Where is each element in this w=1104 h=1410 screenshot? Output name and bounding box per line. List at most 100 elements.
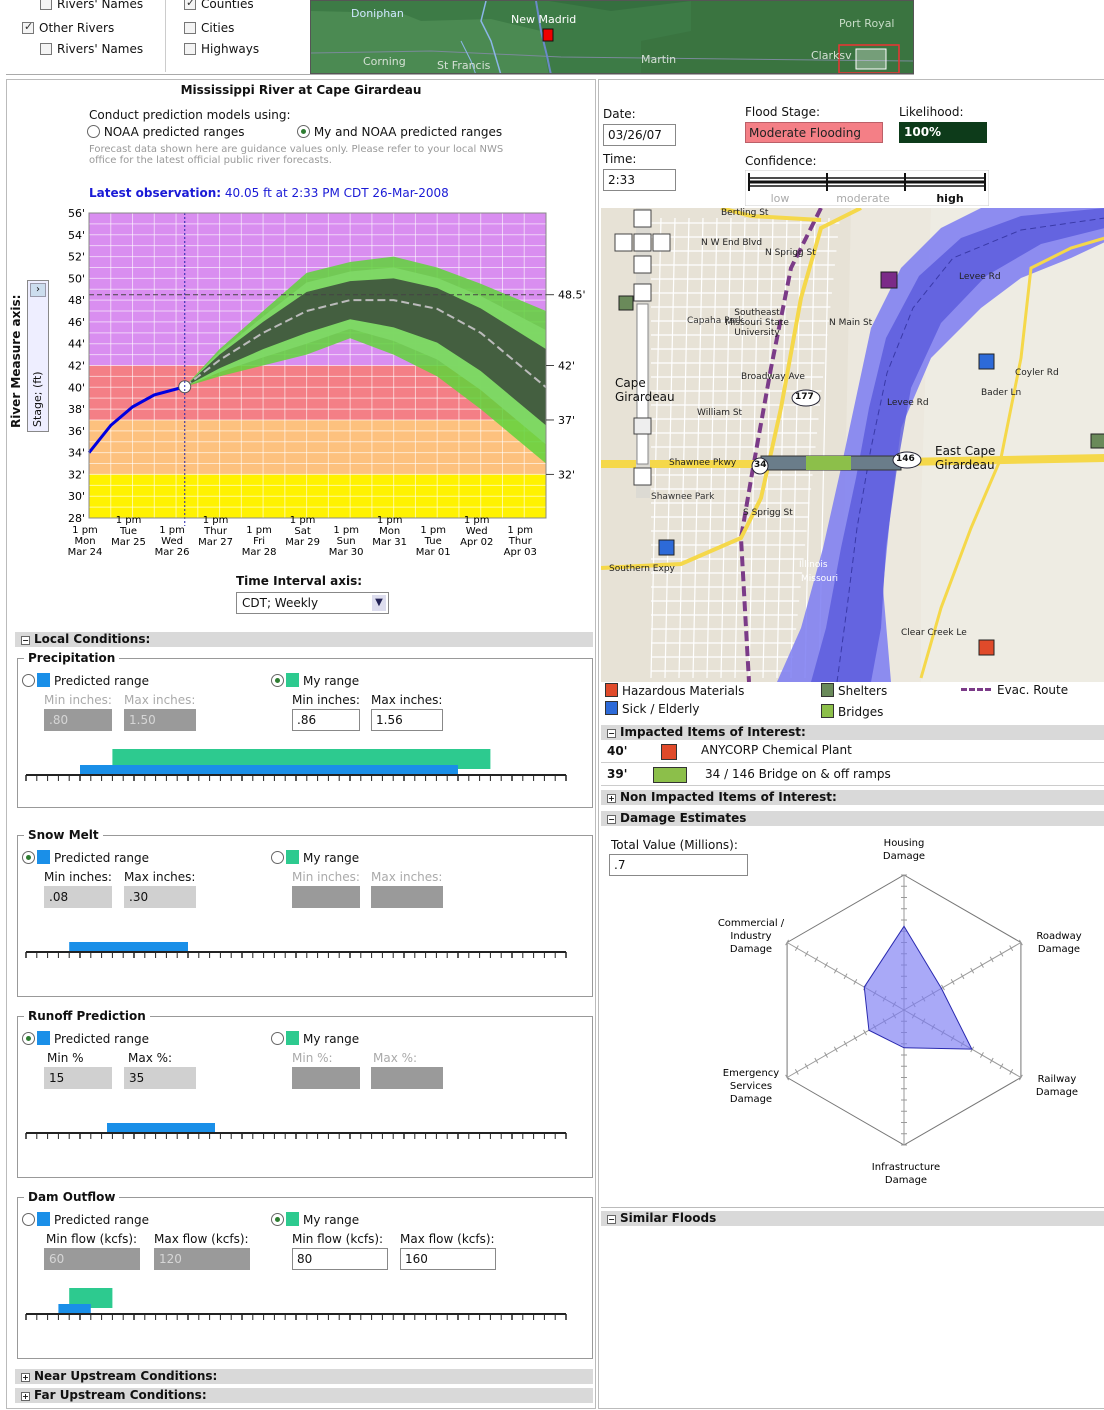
expand-icon[interactable]: +: [607, 794, 616, 803]
impacted-stage: 39': [607, 767, 628, 781]
my-min-input[interactable]: [292, 886, 360, 908]
pred-max-input[interactable]: .30: [124, 886, 196, 908]
chevron-down-icon[interactable]: ▼: [372, 595, 386, 611]
collapse-icon[interactable]: −: [607, 815, 616, 824]
radio-my[interactable]: [271, 674, 284, 687]
my-max-label: Max %:: [373, 1051, 418, 1065]
flood-map[interactable]: Bertling St Southeast Missouri State Uni…: [601, 208, 1104, 682]
x-tick-label: 1 pm: [507, 525, 533, 536]
radio-my[interactable]: [271, 1032, 284, 1045]
my-max-input[interactable]: [371, 1067, 443, 1089]
precip-my-option[interactable]: My range: [271, 673, 359, 688]
option-noaa[interactable]: NOAA predicted ranges: [87, 125, 245, 139]
radio-predicted[interactable]: [22, 851, 35, 864]
x-tick-label: Wed: [466, 526, 488, 537]
checkbox-label: Other Rivers: [39, 21, 115, 35]
radar-tick: [814, 956, 819, 963]
map-label: Levee Rd: [959, 272, 1001, 282]
x-tick-label: Mar 01: [416, 547, 451, 558]
my-max-input[interactable]: 1.56: [371, 709, 443, 731]
precip-predicted-option[interactable]: Predicted range: [22, 673, 149, 688]
collapse-icon[interactable]: −: [21, 636, 30, 645]
pred-min-input[interactable]: 60: [44, 1248, 140, 1270]
pred-min-label: Min flow (kcfs):: [46, 1232, 138, 1246]
map-label: William St: [697, 408, 743, 418]
radio-noaa[interactable]: [87, 125, 100, 138]
divider: [165, 0, 166, 72]
pred-max-input[interactable]: 1.50: [124, 709, 196, 731]
legend-sick: Sick / Elderly: [603, 701, 699, 716]
precip-range-slider[interactable]: .70.80.9011.101.201.301.401.501.601.70: [18, 741, 594, 781]
my-max-input[interactable]: 160: [400, 1248, 496, 1270]
radio-predicted[interactable]: [22, 1032, 35, 1045]
my-min-input[interactable]: 80: [292, 1248, 388, 1270]
pred-max-label: Max flow (kcfs):: [154, 1232, 249, 1246]
snow-predicted-option[interactable]: Predicted range: [22, 850, 149, 865]
checkbox-cities[interactable]: Cities: [184, 21, 234, 35]
radar-tick: [999, 950, 1004, 957]
section-similar-floods[interactable]: − Similar Floods: [601, 1211, 1104, 1226]
radar-tick: [814, 1057, 819, 1064]
checkbox-highways[interactable]: Highways: [184, 42, 259, 56]
checkbox-other-rivers[interactable]: Other Rivers: [22, 20, 115, 35]
section-far-upstream[interactable]: + Far Upstream Conditions:: [15, 1388, 593, 1403]
pred-max-input[interactable]: 35: [124, 1067, 196, 1089]
dam-my-option[interactable]: My range: [271, 1212, 359, 1227]
stage-chart[interactable]: 56' 54' 52' 50' 48' 46' 44' 42' 40' 38' 36' 34' 32' 3…: [7, 200, 597, 570]
section-damage[interactable]: − Damage Estimates: [601, 811, 1104, 826]
interval-select[interactable]: CDT; Weekly ▼: [236, 592, 389, 614]
option-my-and-noaa[interactable]: My and NOAA predicted ranges: [297, 125, 502, 139]
runoff-predicted-option[interactable]: Predicted range: [22, 1031, 149, 1046]
my-max-input[interactable]: [371, 886, 443, 908]
impacted-row[interactable]: 39' 34 / 146 Bridge on & off ramps: [601, 764, 1104, 786]
radio-my-and-noaa[interactable]: [297, 125, 310, 138]
section-local-conditions[interactable]: − Local Conditions:: [15, 632, 593, 647]
time-label: Time:: [603, 152, 637, 166]
x-tick-label: Apr 02: [460, 537, 493, 548]
flood-stage-value: Moderate Flooding: [745, 122, 883, 143]
collapse-icon[interactable]: −: [607, 1215, 616, 1224]
predicted-swatch: [37, 1031, 50, 1045]
checkbox-label: Rivers' Names: [57, 0, 144, 11]
dam-range-slider[interactable]: 01002003004005006007008009001000: [18, 1280, 594, 1320]
pred-min-input[interactable]: .08: [44, 886, 112, 908]
runoff-range-slider[interactable]: 010%20%30%40%50%60%70%80%90%100%: [18, 1099, 594, 1139]
pred-min-input[interactable]: 15: [44, 1067, 112, 1089]
runoff-my-option[interactable]: My range: [271, 1031, 359, 1046]
time-input[interactable]: 2:33: [603, 169, 676, 191]
predicted-range-bar[interactable]: [58, 1304, 91, 1313]
snow-range-slider[interactable]: 0.10.20.30.40.50.60.70.80.901.0: [18, 918, 594, 958]
impacted-name: 34 / 146 Bridge on & off ramps: [705, 767, 891, 781]
pred-max-input[interactable]: 120: [154, 1248, 250, 1270]
radio-predicted[interactable]: [22, 1213, 35, 1226]
my-min-input[interactable]: [292, 1067, 360, 1089]
runoff-title: Runoff Prediction: [24, 1009, 150, 1023]
collapse-icon[interactable]: −: [607, 729, 616, 738]
expand-icon[interactable]: +: [21, 1392, 30, 1401]
radio-predicted[interactable]: [22, 674, 35, 687]
radio-my[interactable]: [271, 1213, 284, 1226]
section-non-impacted[interactable]: + Non Impacted Items of Interest:: [601, 790, 1104, 805]
radio-my[interactable]: [271, 851, 284, 864]
radar-tick: [989, 1057, 994, 1064]
my-min-input[interactable]: .86: [292, 709, 360, 731]
radar-tick: [980, 962, 984, 968]
date-input[interactable]: 03/26/07: [603, 124, 676, 146]
predicted-range-bar[interactable]: [69, 942, 188, 951]
pred-min-input[interactable]: .80: [44, 709, 112, 731]
dam-predicted-option[interactable]: Predicted range: [22, 1212, 149, 1227]
checkbox-counties[interactable]: Counties: [184, 0, 254, 11]
checkbox-rivers-names-1[interactable]: Rivers' Names: [40, 0, 143, 11]
impacted-row[interactable]: 40' ANYCORP Chemical Plant: [601, 741, 1104, 763]
predicted-swatch: [37, 1212, 50, 1226]
predicted-range-bar[interactable]: [80, 765, 458, 774]
radar-tick: [824, 1052, 828, 1058]
section-impacted[interactable]: − Impacted Items of Interest:: [601, 725, 1104, 740]
expand-icon[interactable]: +: [21, 1373, 30, 1382]
section-near-upstream[interactable]: + Near Upstream Conditions:: [15, 1369, 593, 1384]
predicted-range-bar[interactable]: [107, 1123, 215, 1132]
snow-my-option[interactable]: My range: [271, 850, 359, 865]
option-label: Predicted range: [54, 1213, 150, 1227]
checkbox-rivers-names-2[interactable]: Rivers' Names: [40, 42, 143, 56]
overview-map[interactable]: Doniphan New Madrid Port Royal Corning S…: [310, 0, 914, 74]
